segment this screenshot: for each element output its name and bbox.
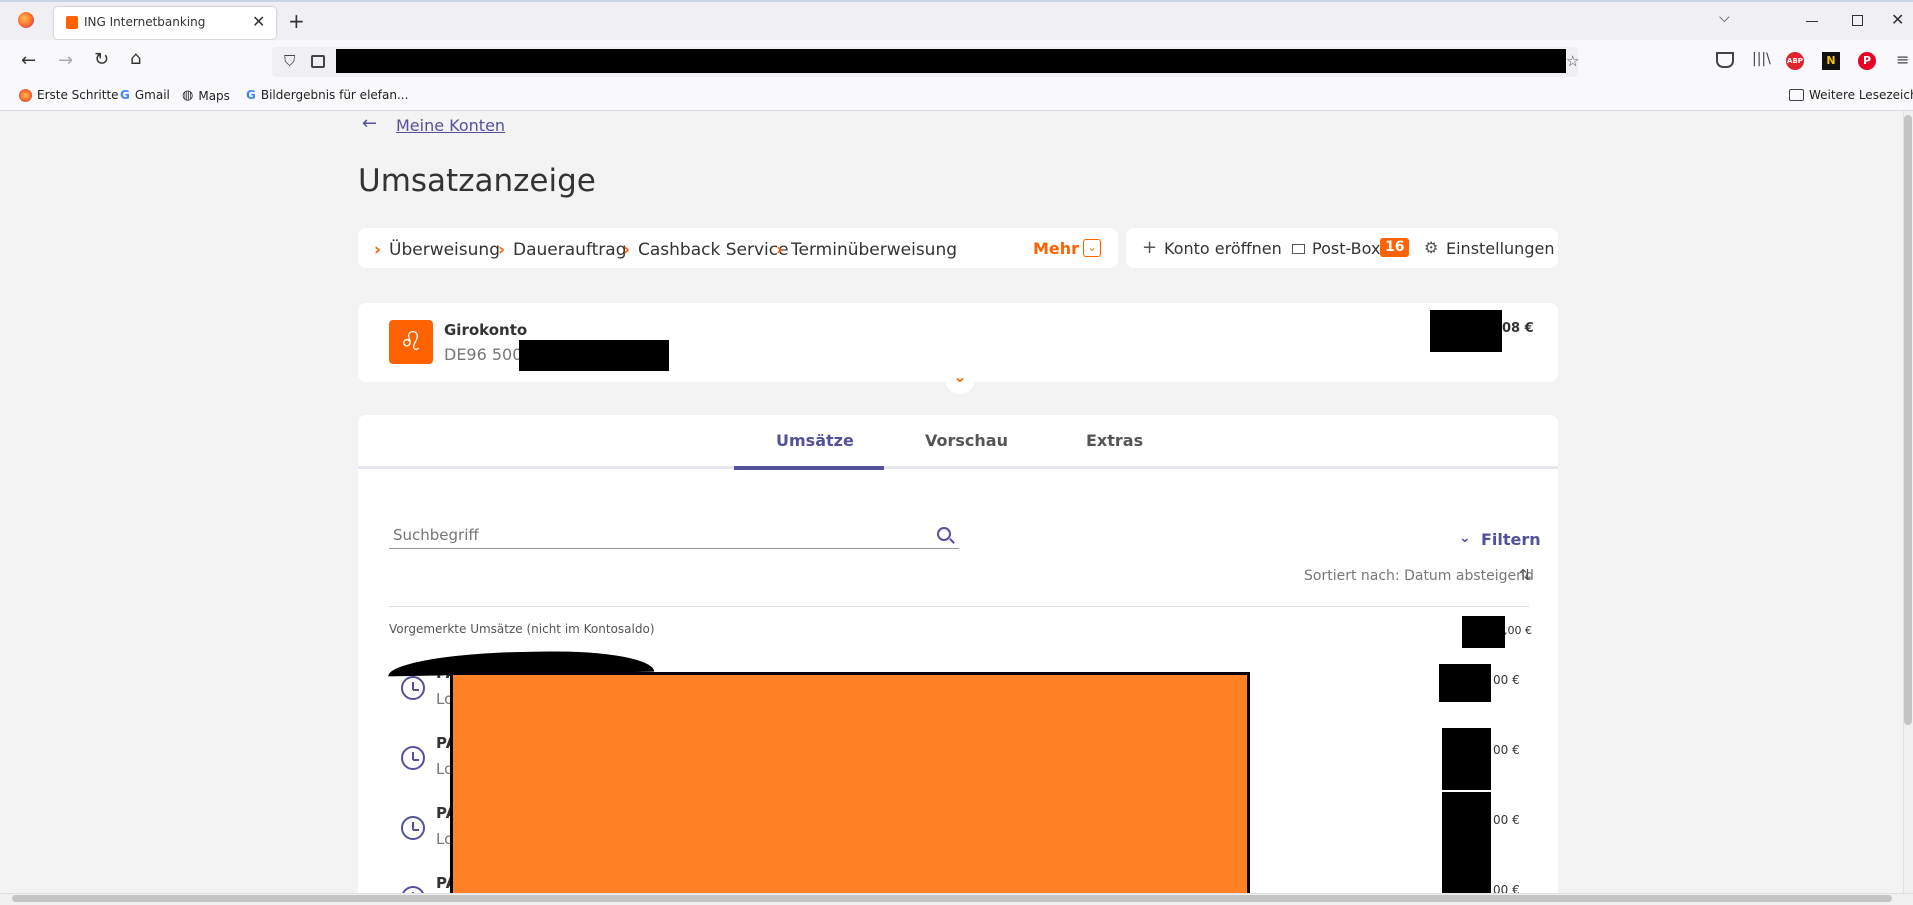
transaction-amount: 00 €: [1493, 743, 1520, 757]
shield-icon[interactable]: ⛉: [284, 52, 295, 70]
plus-icon[interactable]: +: [1142, 237, 1157, 258]
lock-icon[interactable]: [311, 55, 325, 68]
other-bookmarks[interactable]: Weitere Lesezeich: [1789, 88, 1913, 102]
chevron-right-icon: ›: [498, 240, 506, 260]
pending-total-redaction: [1462, 616, 1505, 648]
pinterest-icon[interactable]: P: [1858, 52, 1876, 70]
tab-extras[interactable]: Extras: [1086, 431, 1143, 450]
new-tab-icon[interactable]: +: [288, 9, 305, 33]
amount-redaction: [1439, 664, 1491, 702]
library-icon[interactable]: |||\: [1752, 51, 1771, 67]
google-icon: G: [120, 88, 130, 102]
tab-vorschau[interactable]: Vorschau: [925, 431, 1008, 450]
expand-account-icon[interactable]: ⌄: [945, 364, 975, 394]
url-redaction: [336, 49, 1566, 73]
adblock-icon[interactable]: ABP: [1786, 52, 1804, 70]
pending-total: ,00 €: [1504, 624, 1532, 637]
minimize-icon[interactable]: [1806, 21, 1818, 22]
amount-redaction: [1442, 792, 1491, 868]
tabs-divider: [358, 466, 1558, 469]
list-tabs-icon[interactable]: ⌵: [1719, 10, 1730, 26]
amount-redaction: [1442, 728, 1491, 790]
horizontal-scrollbar-thumb[interactable]: [12, 895, 1892, 902]
transaction-amount: 00 €: [1493, 883, 1520, 893]
vertical-scrollbar-thumb[interactable]: [1904, 115, 1912, 725]
balance-redaction: [1430, 310, 1502, 352]
quick-link-terminueberweisung[interactable]: › Terminüberweisung: [776, 240, 957, 260]
page-title: Umsatzanzeige: [358, 163, 596, 199]
sort-icon[interactable]: ⇅: [1519, 566, 1532, 584]
bookmark-maps[interactable]: ◍ Maps: [182, 88, 230, 103]
more-button[interactable]: Mehr: [1033, 239, 1079, 258]
chevron-down-icon[interactable]: ⌄: [1083, 239, 1101, 257]
bookmarks-bar: Erste Schritte G Gmail ◍ Maps G Bilderge…: [0, 84, 1913, 111]
filter-button[interactable]: Filtern: [1481, 530, 1541, 549]
pocket-icon[interactable]: [1716, 52, 1734, 68]
pending-label: Vorgemerkte Umsätze (nicht im Kontosaldo…: [389, 622, 655, 636]
open-account-link[interactable]: Konto eröffnen: [1164, 239, 1282, 258]
back-icon[interactable]: ←: [21, 50, 36, 71]
account-name: Girokonto: [444, 321, 528, 339]
account-balance: 08 €: [1502, 321, 1534, 336]
chevron-right-icon: ›: [623, 240, 631, 260]
transaction-amount: 00 €: [1493, 813, 1520, 827]
redaction-box: [450, 672, 1250, 893]
settings-link[interactable]: Einstellungen: [1446, 239, 1554, 258]
close-tab-icon[interactable]: ✕: [252, 12, 265, 31]
search-input[interactable]: [389, 521, 959, 549]
globe-icon: ◍: [182, 88, 194, 103]
overflow-menu-icon[interactable]: ≡: [1896, 50, 1909, 69]
tab-umsaetze[interactable]: Umsätze: [776, 431, 854, 450]
gear-icon[interactable]: ⚙: [1424, 238, 1438, 257]
active-tab-indicator: [734, 466, 884, 470]
transaction-amount: 00 €: [1493, 673, 1520, 687]
chevron-right-icon: ›: [374, 240, 382, 260]
quick-link-cashback[interactable]: › Cashback Service: [623, 240, 789, 260]
ing-lion-logo: ♌: [389, 320, 433, 364]
back-link-meine-konten[interactable]: Meine Konten: [396, 116, 505, 135]
quick-link-ueberweisung[interactable]: › Überweisung: [374, 240, 500, 260]
bookmark-gmail[interactable]: G Gmail: [120, 88, 170, 102]
browser-tab[interactable]: ING Internetbanking ✕: [54, 7, 276, 39]
google-icon: G: [246, 88, 256, 102]
pending-clock-icon: [401, 676, 425, 700]
bookmark-erste-schritte[interactable]: Erste Schritte: [19, 88, 119, 102]
pending-clock-icon: [401, 816, 425, 840]
list-divider: [389, 606, 1529, 607]
window-close-icon[interactable]: ✕: [1891, 10, 1904, 29]
pending-clock-icon: [401, 886, 425, 893]
extension-icon[interactable]: N: [1822, 52, 1840, 70]
bookmark-bildergebnis[interactable]: G Bildergebnis für elefan...: [246, 88, 408, 102]
bookmark-star-icon[interactable]: ☆: [1566, 52, 1579, 70]
url-bar[interactable]: ⛉ ☆: [272, 47, 1579, 77]
postbox-count-badge: 16: [1380, 238, 1410, 257]
restore-icon[interactable]: [1852, 15, 1863, 26]
iban-redaction: [519, 340, 669, 371]
reload-icon[interactable]: ↻: [94, 49, 109, 70]
sort-label[interactable]: Sortiert nach: Datum absteigend: [1304, 568, 1534, 584]
ing-lion-favicon: [66, 16, 78, 29]
browser-tab-bar: ING Internetbanking ✕ + ⌵ ✕: [0, 0, 1913, 40]
filter-chevron-icon[interactable]: ⌄: [1459, 530, 1471, 546]
forward-icon[interactable]: →: [58, 50, 73, 71]
quick-link-dauerauftrag[interactable]: › Dauerauftrag: [498, 240, 627, 260]
back-arrow-icon[interactable]: ←: [362, 113, 377, 134]
page-content: ← Meine Konten Umsatzanzeige › Überweisun…: [0, 111, 1903, 893]
firefox-icon: [19, 88, 32, 102]
pending-clock-icon: [401, 746, 425, 770]
folder-icon: [1789, 89, 1804, 101]
home-icon[interactable]: ⌂: [130, 48, 141, 69]
mail-icon: [1292, 244, 1305, 254]
postbox-link[interactable]: Post-Box: [1312, 239, 1380, 258]
tab-title: ING Internetbanking: [84, 15, 206, 29]
firefox-icon[interactable]: [18, 12, 34, 28]
amount-redaction: [1442, 862, 1491, 893]
chevron-right-icon: ›: [776, 240, 784, 260]
